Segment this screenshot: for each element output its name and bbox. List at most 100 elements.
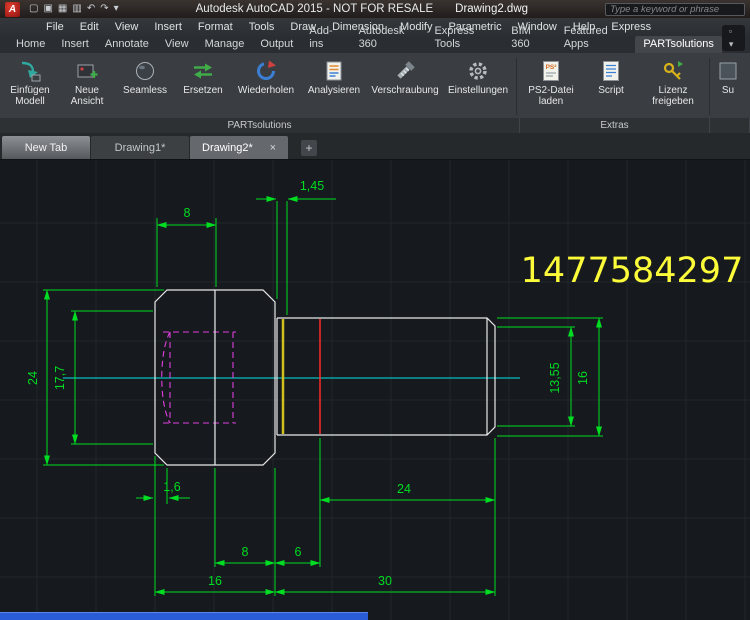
dim-text-chamfer[interactable]: 1,6: [163, 480, 180, 494]
button-label: Script: [598, 85, 624, 96]
title-bar: A ▢ ▣ ▦ ▥ ↶ ↷ ▾ Autodesk AutoCAD 2015 - …: [0, 0, 750, 18]
ribbon-tab-bim360[interactable]: BIM 360: [503, 23, 555, 53]
ribbon-tab-express-tools[interactable]: Express Tools: [426, 23, 503, 53]
app-title: Autodesk AutoCAD 2015 - NOT FOR RESALE: [196, 3, 434, 15]
plot-icon[interactable]: ▥: [72, 0, 81, 18]
screw-icon: [392, 57, 418, 84]
new-file-icon[interactable]: ▢: [29, 0, 38, 18]
open-file-icon[interactable]: ▣: [43, 0, 52, 18]
redo-icon[interactable]: ↷: [100, 0, 108, 18]
part-id-text[interactable]: 1477584297: [521, 251, 744, 291]
ribbon-tab-autodesk360[interactable]: Autodesk 360: [351, 23, 427, 53]
menu-view[interactable]: View: [107, 18, 147, 36]
button-lizenz-freigeben[interactable]: Lizenz freigeben: [640, 55, 706, 107]
ribbon-tab-annotate[interactable]: Annotate: [97, 36, 157, 53]
dim-text-across-flats[interactable]: 17,7: [53, 366, 67, 390]
seamless-sphere-icon: [132, 57, 158, 84]
autocad-app-logo-icon[interactable]: A: [5, 2, 20, 17]
button-label: Seamless: [123, 85, 167, 96]
qat-dropdown-icon[interactable]: ▾: [114, 0, 119, 18]
ribbon-tab-addins[interactable]: Add-ins: [301, 23, 350, 53]
drawing-canvas[interactable]: 8 1,45 24 17,7 1,6 8 6 16 30 24 13,55 16…: [0, 160, 750, 620]
dim-text-washer-width[interactable]: 1,45: [300, 179, 324, 193]
new-view-icon: [74, 57, 100, 84]
window-title: Autodesk AutoCAD 2015 - NOT FOR RESALE D…: [196, 3, 528, 15]
button-su-clipped[interactable]: Su: [713, 55, 743, 96]
doc-tab-label: New Tab: [25, 142, 68, 154]
grid-lines: [0, 160, 750, 620]
help-search-input[interactable]: [605, 3, 745, 16]
dim-text-head-od[interactable]: 24: [26, 371, 40, 385]
button-label: Einstellungen: [448, 85, 508, 96]
insert-model-icon: [17, 57, 43, 84]
document-tab-bar: New Tab Drawing1* Drawing2* × +: [0, 133, 750, 160]
button-ps2-datei-laden[interactable]: PS² PS2-Datei laden: [520, 55, 582, 107]
command-panel-edge: [0, 612, 368, 620]
button-einstellungen[interactable]: Einstellungen: [443, 55, 513, 96]
doc-tab-label: Drawing2*: [202, 142, 253, 154]
dimension-extension-lines: [43, 201, 603, 596]
button-verschraubung[interactable]: Verschraubung: [369, 55, 441, 96]
ribbon-tab-manage[interactable]: Manage: [197, 36, 253, 53]
button-label: Su: [722, 85, 734, 96]
ribbon-tab-insert[interactable]: Insert: [53, 36, 97, 53]
ps2-file-icon: PS²: [538, 57, 564, 84]
svg-text:PS²: PS²: [546, 64, 558, 71]
button-label: Ersetzen: [183, 85, 222, 96]
menu-tools[interactable]: Tools: [241, 18, 283, 36]
button-analysieren[interactable]: Analysieren: [301, 55, 367, 96]
ribbon-tab-featured-apps[interactable]: Featured Apps: [556, 23, 636, 53]
new-drawing-tab-button[interactable]: +: [301, 140, 317, 156]
menu-format[interactable]: Format: [190, 18, 241, 36]
undo-icon[interactable]: ↶: [87, 0, 95, 18]
button-ersetzen[interactable]: Ersetzen: [175, 55, 231, 96]
dim-text-neck-len[interactable]: 6: [295, 545, 302, 559]
dim-text-major-dia[interactable]: 16: [576, 371, 590, 385]
button-label: Verschraubung: [371, 85, 438, 96]
doc-tab-drawing1[interactable]: Drawing1*: [91, 136, 189, 159]
gear-icon: [465, 57, 491, 84]
menu-insert[interactable]: Insert: [146, 18, 190, 36]
button-neue-ansicht[interactable]: Neue Ansicht: [59, 55, 115, 107]
ribbon-tab-bar: Home Insert Annotate View Manage Output …: [0, 36, 750, 53]
dim-text-minor-dia[interactable]: 13,55: [548, 362, 562, 393]
dim-text-shank-len[interactable]: 30: [378, 574, 392, 588]
ribbon-panel: Einfügen Modell Neue Ansicht Seamless Er…: [0, 53, 750, 118]
ribbon-tab-home[interactable]: Home: [8, 36, 53, 53]
close-tab-icon[interactable]: ×: [270, 142, 276, 154]
script-document-icon: [598, 57, 624, 84]
dim-text-head-len[interactable]: 16: [208, 574, 222, 588]
ribbon-tab-partsolutions[interactable]: PARTsolutions: [635, 36, 722, 53]
repeat-refresh-icon: [253, 57, 279, 84]
dim-text-flat-len[interactable]: 8: [242, 545, 249, 559]
doc-tab-drawing2-active[interactable]: Drawing2* ×: [190, 136, 288, 159]
button-label: Wiederholen: [238, 85, 294, 96]
license-key-icon: [660, 57, 686, 84]
replace-arrows-icon: [190, 57, 216, 84]
panel-label-partsolutions[interactable]: PARTsolutions: [0, 118, 520, 133]
ribbon-tab-output[interactable]: Output: [252, 36, 301, 53]
button-einfuegen-modell[interactable]: Einfügen Modell: [3, 55, 57, 107]
doc-tab-new-tab[interactable]: New Tab: [2, 136, 90, 159]
button-wiederholen[interactable]: Wiederholen: [233, 55, 299, 96]
document-title: Drawing2.dwg: [455, 3, 528, 15]
dim-text-top-flat[interactable]: 8: [184, 206, 191, 220]
autocad-window: A ▢ ▣ ▦ ▥ ↶ ↷ ▾ Autodesk AutoCAD 2015 - …: [0, 0, 750, 620]
save-file-icon[interactable]: ▦: [58, 0, 67, 18]
cad-drawing: 8 1,45 24 17,7 1,6 8 6 16 30 24 13,55 16…: [0, 160, 750, 620]
analyze-document-icon: [321, 57, 347, 84]
ribbon-tab-view[interactable]: View: [157, 36, 197, 53]
button-label: Lizenz freigeben: [640, 85, 706, 107]
button-label: Analysieren: [308, 85, 360, 96]
ribbon-panel-labels: PARTsolutions Extras: [0, 118, 750, 133]
button-label: PS2-Datei laden: [520, 85, 582, 107]
ribbon-group-separator: [516, 58, 517, 115]
button-script[interactable]: Script: [584, 55, 638, 96]
ribbon-display-toggle[interactable]: ▫ ▾: [722, 25, 745, 51]
dim-text-thread-len[interactable]: 24: [397, 482, 411, 496]
menu-file[interactable]: File: [38, 18, 72, 36]
doc-tab-label: Drawing1*: [115, 142, 166, 154]
menu-edit[interactable]: Edit: [72, 18, 107, 36]
button-seamless[interactable]: Seamless: [117, 55, 173, 96]
panel-label-extras[interactable]: Extras: [520, 118, 710, 133]
